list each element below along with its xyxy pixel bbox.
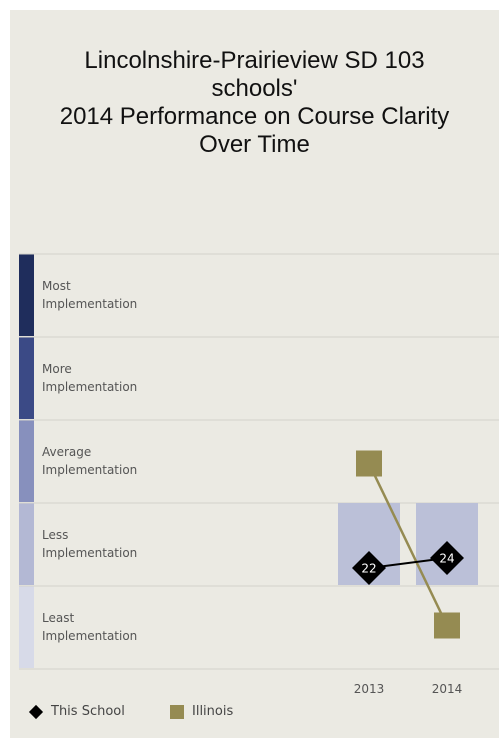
legend-label: Illinois bbox=[192, 704, 234, 719]
band-strip bbox=[19, 254, 34, 336]
diamond-icon bbox=[28, 704, 44, 719]
legend-label: This School bbox=[51, 704, 125, 719]
band-strip bbox=[19, 420, 34, 502]
data-label: 22 bbox=[361, 562, 376, 576]
data-label: 24 bbox=[439, 552, 454, 566]
point-illinois bbox=[356, 450, 382, 477]
band-label: More bbox=[42, 362, 72, 376]
legend-item-this-school: This School bbox=[28, 704, 125, 719]
x-tick-label: 2013 bbox=[354, 682, 385, 696]
band-label: Least bbox=[42, 611, 74, 625]
band-label: Implementation bbox=[42, 629, 137, 643]
band-strip bbox=[19, 586, 34, 668]
band-strip bbox=[19, 337, 34, 419]
band-label: Implementation bbox=[42, 463, 137, 477]
x-tick-label: 2014 bbox=[432, 682, 463, 696]
band-label: Less bbox=[42, 528, 68, 542]
band-label: Most bbox=[42, 279, 71, 293]
square-icon bbox=[170, 704, 184, 719]
band-label: Implementation bbox=[42, 297, 137, 311]
band-label: Implementation bbox=[42, 380, 137, 394]
legend: This School Illinois bbox=[0, 704, 499, 728]
legend-item-illinois: Illinois bbox=[170, 704, 233, 719]
band-strip bbox=[19, 503, 34, 585]
band-label: Implementation bbox=[42, 546, 137, 560]
point-illinois bbox=[434, 612, 460, 639]
chart-plot: Most Implementation More Implementation Aver… bbox=[19, 253, 499, 696]
band-label: Average bbox=[42, 445, 91, 459]
